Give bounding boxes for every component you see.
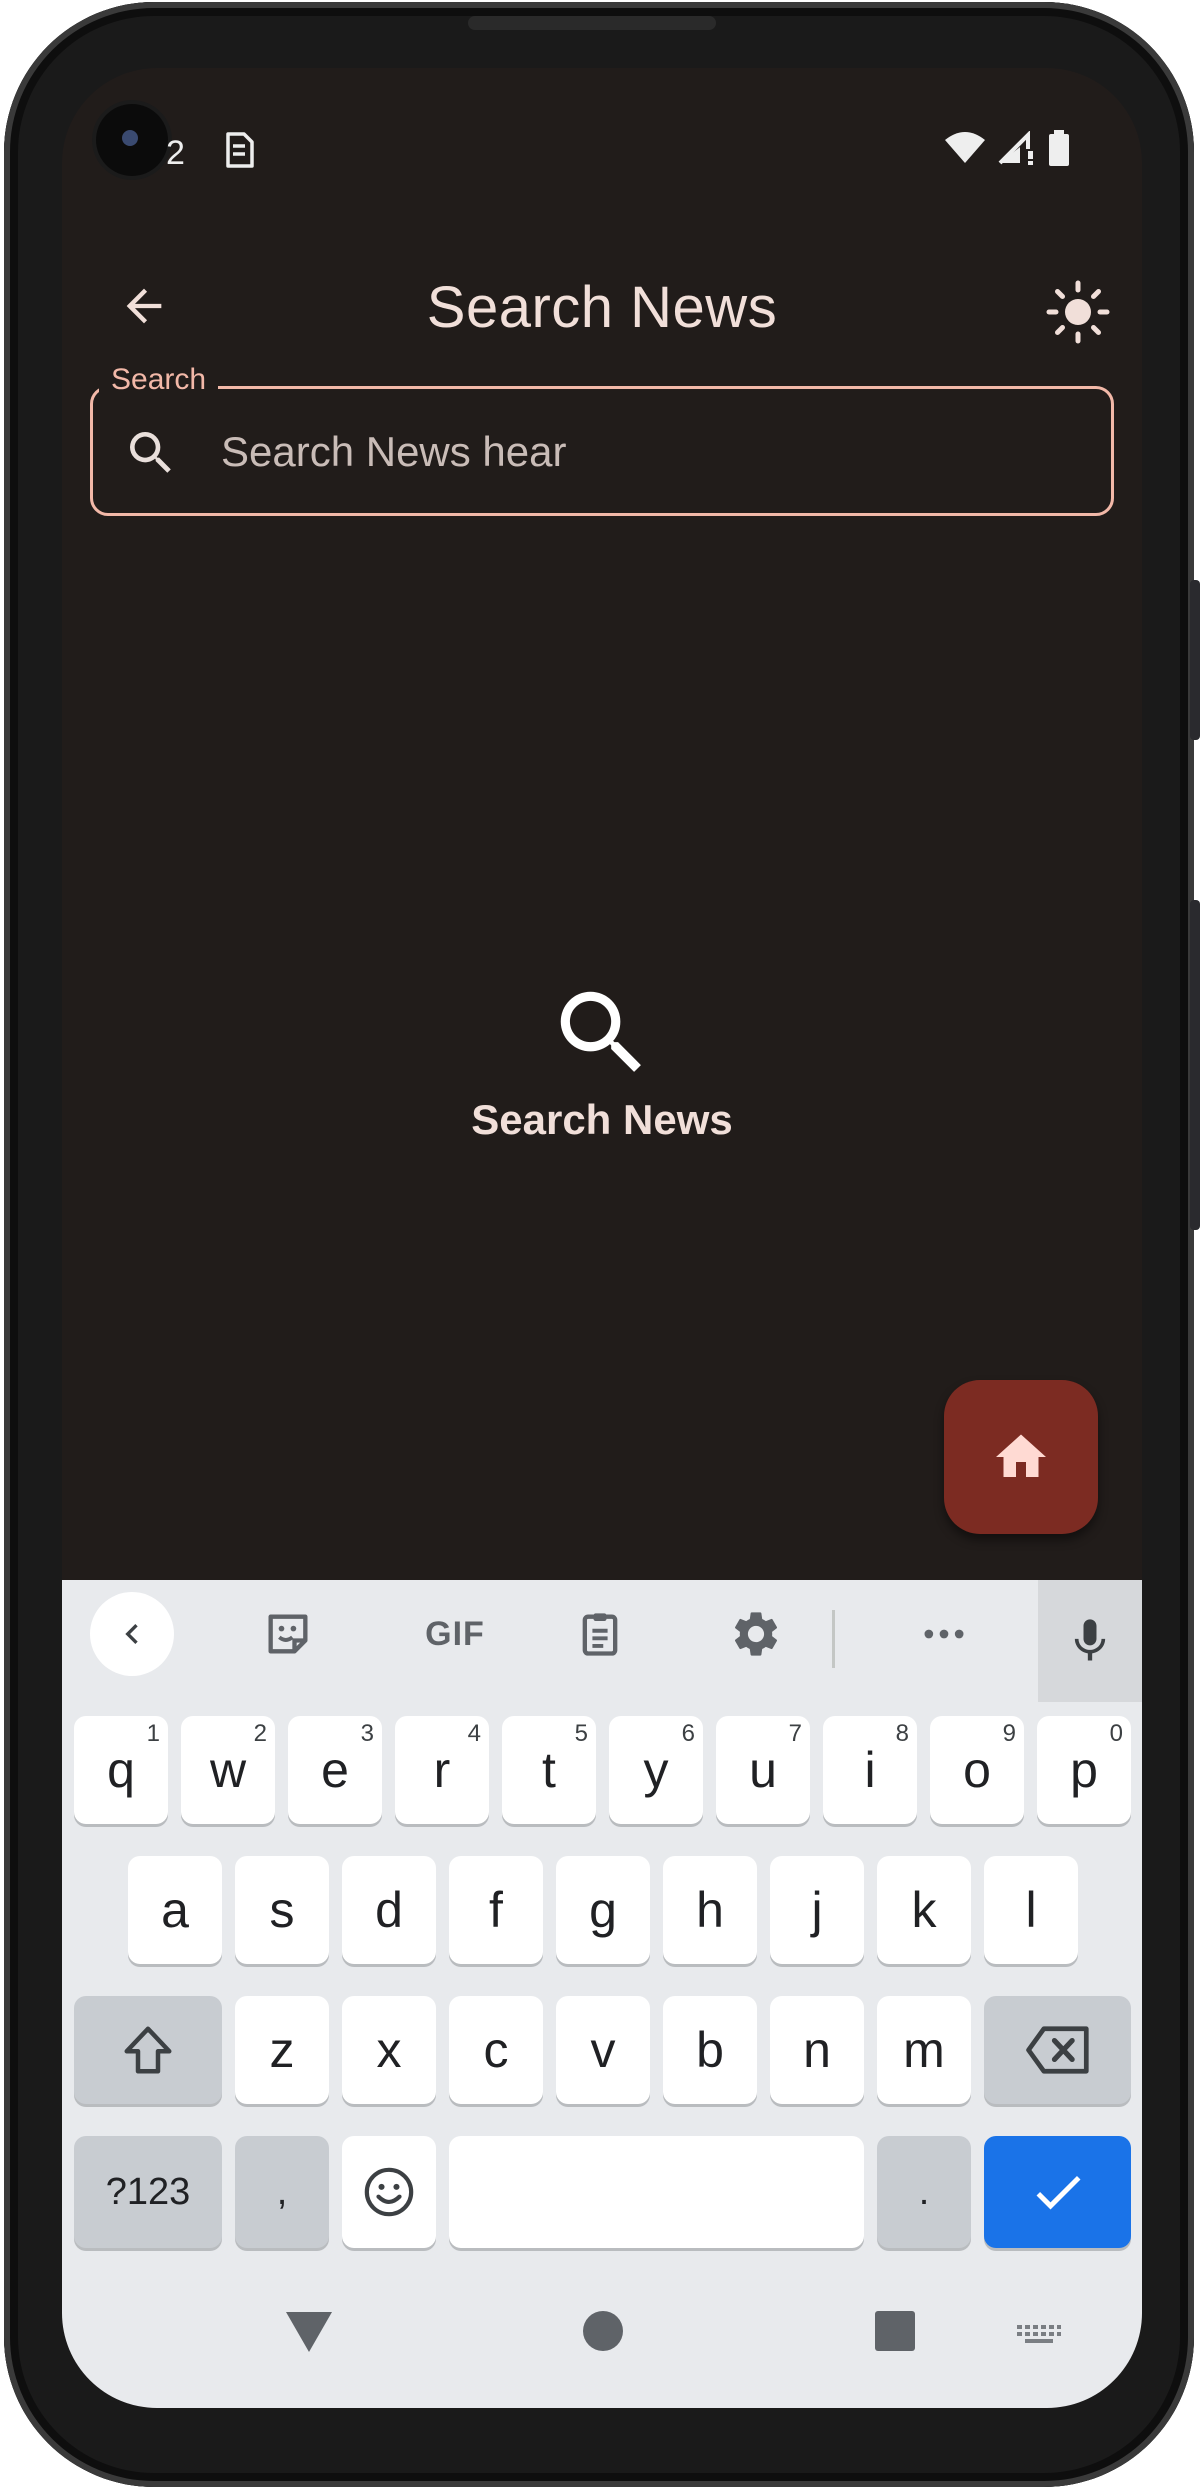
gif-button[interactable]: GIF — [400, 1592, 510, 1676]
toolbar-divider — [832, 1610, 835, 1668]
status-icons — [944, 130, 1070, 171]
keyboard-icon — [1017, 2325, 1061, 2343]
app-bar: Search News — [62, 238, 1142, 378]
more-horizontal-icon — [924, 1629, 964, 1639]
sim-icon — [222, 130, 256, 175]
key-o[interactable]: o9 — [930, 1716, 1024, 1824]
shift-icon — [124, 2026, 172, 2074]
key-l[interactable]: l — [984, 1856, 1078, 1964]
period-key[interactable]: . — [877, 2136, 971, 2248]
key-z[interactable]: z — [235, 1996, 329, 2104]
search-field-label: Search — [99, 363, 219, 397]
key-a[interactable]: a — [128, 1856, 222, 1964]
key-t[interactable]: t5 — [502, 1716, 596, 1824]
phone-speaker — [468, 16, 716, 30]
more-options-button[interactable] — [902, 1592, 986, 1676]
front-camera — [96, 104, 168, 176]
nav-back-triangle-icon — [286, 2312, 332, 2352]
key-j[interactable]: j — [770, 1856, 864, 1964]
key-u[interactable]: u7 — [716, 1716, 810, 1824]
signal-icon — [998, 130, 1036, 170]
empty-state: Search News — [62, 978, 1142, 1144]
key-h[interactable]: h — [663, 1856, 757, 1964]
key-w[interactable]: w2 — [181, 1716, 275, 1824]
check-icon — [1036, 2175, 1080, 2210]
screen: 2 Search News Search Search News hear Se… — [62, 68, 1142, 2408]
notification-count: 2 — [166, 134, 185, 172]
volume-button — [1190, 580, 1200, 740]
key-s[interactable]: s — [235, 1856, 329, 1964]
sun-icon — [1046, 280, 1110, 344]
settings-button[interactable] — [714, 1592, 798, 1676]
key-q[interactable]: q1 — [74, 1716, 168, 1824]
key-i[interactable]: i8 — [823, 1716, 917, 1824]
search-icon — [560, 991, 641, 1072]
key-p[interactable]: p0 — [1037, 1716, 1131, 1824]
nav-home-button[interactable] — [582, 2310, 624, 2357]
key-d[interactable]: d — [342, 1856, 436, 1964]
key-m[interactable]: m — [877, 1996, 971, 2104]
nav-recents-button[interactable] — [874, 2310, 916, 2357]
power-button — [1190, 900, 1200, 1230]
home-button[interactable] — [944, 1380, 1098, 1534]
nav-back-button[interactable] — [286, 2312, 332, 2357]
shift-key[interactable] — [74, 1996, 222, 2104]
key-c[interactable]: c — [449, 1996, 543, 2104]
page-title: Search News — [426, 275, 778, 340]
emoji-icon — [364, 2167, 414, 2217]
keyboard-switch-button[interactable] — [1016, 2324, 1062, 2351]
sticker-icon — [268, 1614, 308, 1654]
voice-input-button[interactable] — [1038, 1580, 1142, 1702]
phone-frame: 2 Search News Search Search News hear Se… — [0, 0, 1204, 2491]
backspace-icon — [1025, 2026, 1089, 2074]
empty-state-text: Search News — [471, 1096, 733, 1143]
key-k[interactable]: k — [877, 1856, 971, 1964]
symbols-key[interactable]: ?123 — [74, 2136, 222, 2248]
sticker-button[interactable] — [246, 1592, 330, 1676]
wifi-icon — [944, 131, 986, 170]
nav-home-circle-icon — [583, 2311, 623, 2351]
search-field[interactable]: Search — [90, 363, 1114, 516]
key-f[interactable]: f — [449, 1856, 543, 1964]
key-e[interactable]: e3 — [288, 1716, 382, 1824]
nav-recents-square-icon — [875, 2311, 915, 2351]
search-input[interactable] — [221, 417, 1081, 487]
space-key[interactable] — [449, 2136, 864, 2248]
clipboard-icon — [582, 1613, 618, 1656]
toolbar-collapse-button[interactable] — [90, 1592, 174, 1676]
key-v[interactable]: v — [556, 1996, 650, 2104]
key-r[interactable]: r4 — [395, 1716, 489, 1824]
chevron-left-icon — [125, 1624, 138, 1644]
clipboard-button[interactable] — [558, 1592, 642, 1676]
key-x[interactable]: x — [342, 1996, 436, 2104]
backspace-key[interactable] — [984, 1996, 1131, 2104]
keyboard: GIF q 1 w 2 e 3 r 4 t 5 y 6 u 7 i 8 o 9 … — [62, 1580, 1142, 2408]
search-icon — [123, 425, 179, 486]
home-icon — [996, 1434, 1046, 1477]
keyboard-toolbar: GIF — [62, 1580, 1142, 1702]
gif-label: GIF — [425, 1614, 485, 1653]
key-y[interactable]: y6 — [609, 1716, 703, 1824]
gear-icon — [734, 1612, 778, 1656]
system-nav-bar — [62, 2280, 1142, 2408]
battery-icon — [1048, 130, 1070, 171]
status-bar: 2 — [62, 68, 1142, 188]
comma-key[interactable]: , — [235, 2136, 329, 2248]
microphone-icon — [1074, 1619, 1106, 1661]
theme-toggle-button[interactable] — [1038, 272, 1118, 352]
done-key[interactable] — [984, 2136, 1131, 2248]
key-b[interactable]: b — [663, 1996, 757, 2104]
key-n[interactable]: n — [770, 1996, 864, 2104]
key-g[interactable]: g — [556, 1856, 650, 1964]
emoji-key[interactable] — [342, 2136, 436, 2248]
